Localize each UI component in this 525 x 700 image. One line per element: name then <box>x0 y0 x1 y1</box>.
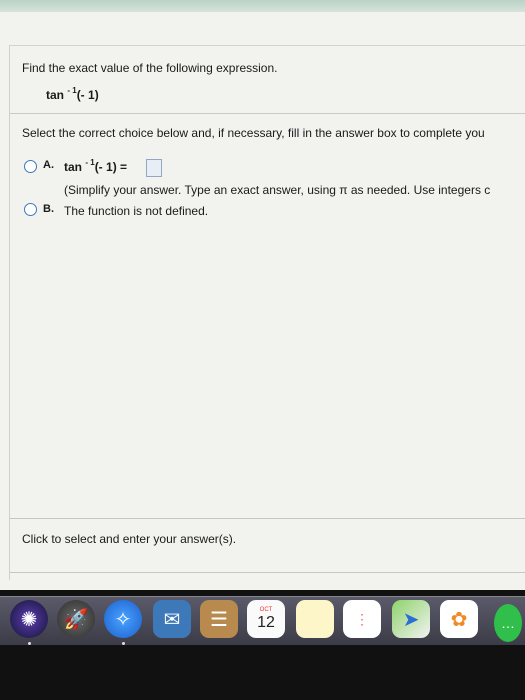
choice-b-radio[interactable] <box>24 203 37 216</box>
divider-question <box>10 113 525 114</box>
divider-footer-bottom <box>10 572 525 573</box>
notes-icon[interactable] <box>296 600 334 638</box>
reminders-icon[interactable]: ⋮ <box>343 600 381 638</box>
answer-input-box[interactable] <box>146 159 162 177</box>
expression-exponent: - 1 <box>67 86 77 95</box>
contacts-icon[interactable]: ☰ <box>200 600 238 638</box>
siri-icon[interactable]: ✺ <box>10 600 48 638</box>
choice-a-expression: tan - 1(- 1) = <box>64 158 128 174</box>
footer-instruction: Click to select and enter your answer(s)… <box>22 532 237 546</box>
expression-argument: (- 1) <box>76 88 99 102</box>
choice-a-function: tan <box>64 160 82 174</box>
browser-top-bar <box>0 0 525 12</box>
maps-icon[interactable]: ➤ <box>392 600 430 638</box>
expression-function: tan <box>46 88 64 102</box>
running-indicator <box>28 642 31 645</box>
choice-a-radio[interactable] <box>24 160 37 173</box>
running-indicator <box>122 642 125 645</box>
panel-left-border <box>9 45 10 580</box>
calendar-day: 12 <box>257 614 275 631</box>
photos-icon[interactable]: ✿ <box>440 600 478 638</box>
choice-a-exponent: - 1 <box>85 158 95 167</box>
safari-icon[interactable]: ✧ <box>104 600 142 638</box>
question-prompt: Find the exact value of the following ex… <box>22 61 278 75</box>
choice-a-hint: (Simplify your answer. Type an exact ans… <box>64 183 491 197</box>
choice-instruction: Select the correct choice below and, if … <box>22 126 485 140</box>
question-expression: tan - 1(- 1) <box>46 86 99 102</box>
divider-top <box>10 45 525 46</box>
divider-footer-top <box>10 518 525 519</box>
choice-a-argument: (- 1) = <box>94 160 128 174</box>
choice-b-text[interactable]: The function is not defined. <box>64 204 208 218</box>
calendar-icon[interactable]: OCT 12 <box>247 600 285 638</box>
launchpad-icon[interactable]: 🚀 <box>57 600 95 638</box>
calendar-month: OCT <box>259 607 273 613</box>
choice-b-letter[interactable]: B. <box>43 203 54 215</box>
choice-a-letter[interactable]: A. <box>43 159 54 171</box>
mail-icon[interactable]: ✉ <box>153 600 191 638</box>
messages-icon[interactable]: … <box>494 604 522 642</box>
